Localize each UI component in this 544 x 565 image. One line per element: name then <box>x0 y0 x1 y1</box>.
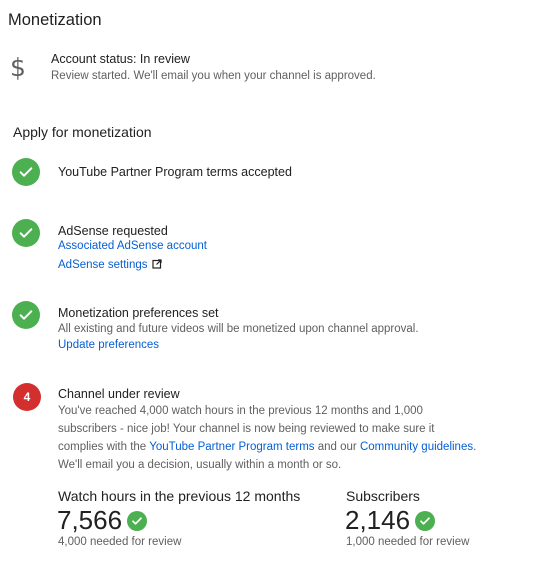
external-link-icon <box>151 259 162 272</box>
subscribers-needed: 1,000 needed for review <box>346 536 470 548</box>
account-status: Account status: In review <box>51 52 190 66</box>
watch-hours-needed: 4,000 needed for review <box>58 536 182 548</box>
step-title-preferences: Monetization preferences set <box>58 306 219 320</box>
update-preferences-link[interactable]: Update preferences <box>58 339 159 351</box>
page-title: Monetization <box>8 11 102 29</box>
apply-heading: Apply for monetization <box>13 124 152 140</box>
check-circle-icon <box>12 219 40 247</box>
watch-hours-label: Watch hours in the previous 12 months <box>58 488 301 504</box>
step-title-review: Channel under review <box>58 387 180 401</box>
associated-adsense-link[interactable]: Associated AdSense account <box>58 240 207 252</box>
check-circle-icon <box>127 510 148 531</box>
partner-program-terms-link[interactable]: YouTube Partner Program terms <box>149 441 314 453</box>
watch-hours-value: 7,566 <box>57 505 148 536</box>
check-circle-icon <box>415 510 436 531</box>
preferences-description: All existing and future videos will be m… <box>58 323 419 335</box>
step-title-adsense: AdSense requested <box>58 224 168 238</box>
adsense-settings-row[interactable]: AdSense settings <box>58 259 162 272</box>
check-circle-icon <box>12 301 40 329</box>
dollar-icon: $ <box>10 53 26 82</box>
review-description: You've reached 4,000 watch hours in the … <box>58 405 477 471</box>
step-title-partner-terms: YouTube Partner Program terms accepted <box>58 165 292 179</box>
adsense-settings-link[interactable]: AdSense settings <box>58 259 148 271</box>
subscribers-label: Subscribers <box>346 488 420 504</box>
account-status-description: Review started. We'll email you when you… <box>51 70 376 82</box>
community-guidelines-link[interactable]: Community guidelines <box>360 441 473 453</box>
step-number-badge: 4 <box>13 383 41 411</box>
subscribers-value: 2,146 <box>345 505 436 536</box>
check-circle-icon <box>12 158 40 186</box>
